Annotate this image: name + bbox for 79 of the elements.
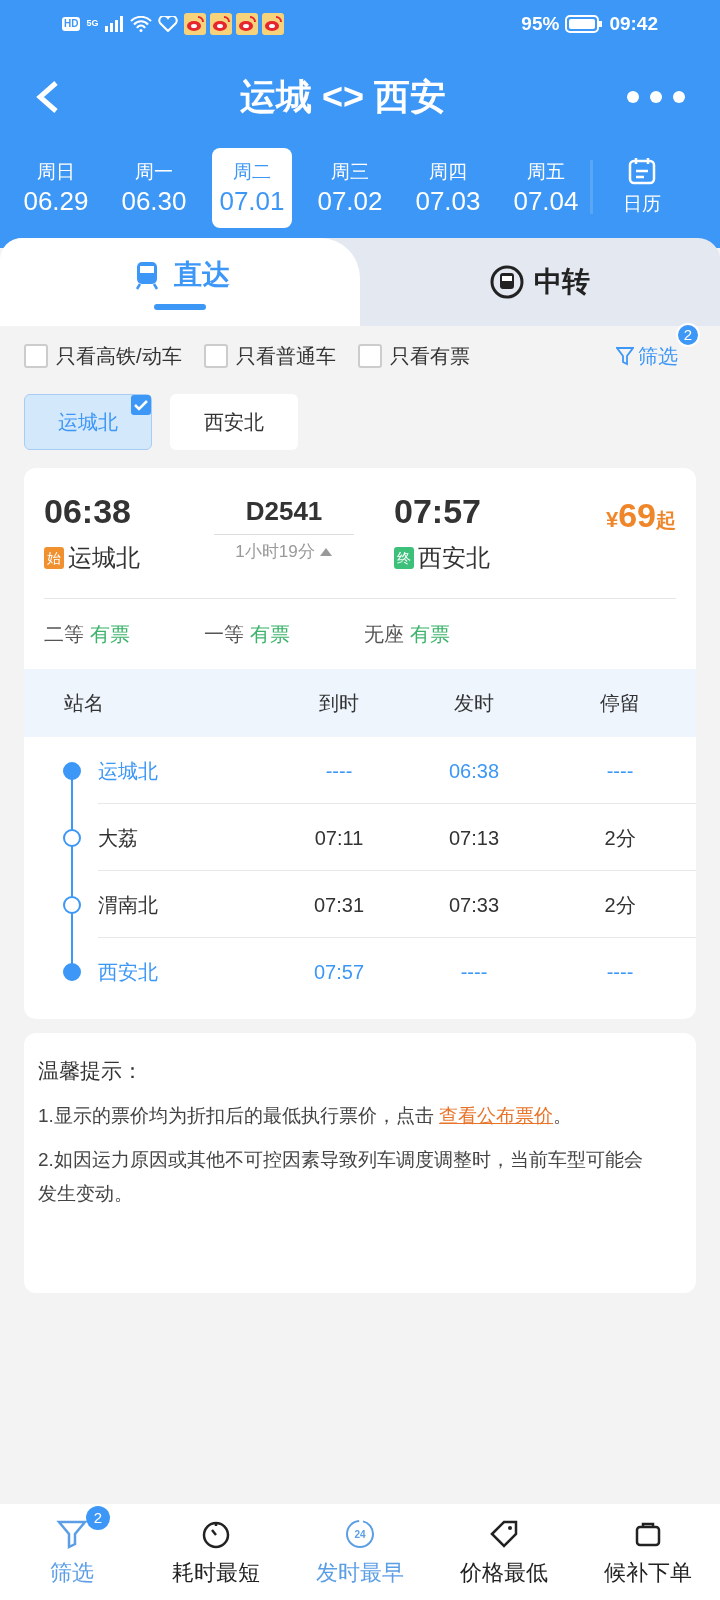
app-notification-icon: [262, 13, 285, 35]
count-badge: 2: [86, 1506, 110, 1530]
train-number: D2541: [214, 490, 354, 535]
stop-duration: ----: [606, 959, 634, 985]
arrive-time: 07:11: [314, 825, 364, 851]
filter-checkbox[interactable]: 只看高铁/动车: [24, 341, 182, 371]
clock-time: 09:42: [609, 11, 658, 36]
sort-tab[interactable]: 价格最低: [432, 1504, 576, 1589]
depart-time: 06:38: [448, 758, 500, 784]
date-tab[interactable]: 周日 06.29: [16, 148, 96, 228]
date-tab[interactable]: 周三 07.02: [310, 148, 390, 228]
arrive-time: ----: [325, 758, 353, 784]
station-name: 西安北: [98, 959, 158, 985]
check-corner-icon: [131, 395, 151, 415]
arrive-time: 07:31: [313, 892, 365, 918]
funnel-icon: [616, 346, 634, 366]
collapse-icon[interactable]: [318, 546, 333, 557]
filter-checkbox[interactable]: 只看有票: [357, 341, 470, 371]
heart-icon: [158, 16, 179, 32]
sort-tab[interactable]: 耗时最短: [144, 1504, 288, 1589]
depart-time: 07:13: [448, 825, 500, 851]
more-icon[interactable]: [626, 90, 686, 104]
calendar-icon: [627, 155, 657, 186]
sort-tab[interactable]: 24 发时最早: [288, 1504, 432, 1589]
app-notification-icon: [236, 13, 259, 35]
stop-duration: 2分: [604, 825, 636, 851]
arrive-time: 07:57: [313, 959, 365, 985]
network-label: 5G: [86, 17, 99, 31]
count-badge: 2: [676, 323, 700, 347]
clock-icon: [344, 1518, 376, 1550]
start-tag: 始: [44, 547, 64, 569]
seat-availability: 无座 有票: [364, 622, 451, 647]
filter-button[interactable]: 筛选: [616, 341, 678, 371]
back-icon[interactable]: [34, 80, 60, 114]
station-name: 大荔: [98, 825, 138, 851]
icon-number: 24: [354, 1527, 366, 1542]
signal-icon: [104, 16, 125, 32]
station-name: 运城北: [98, 758, 158, 784]
duration: 1小时19分: [235, 541, 315, 563]
seat-availability: 二等 有票: [44, 622, 131, 647]
arrive-station: 西安北: [418, 543, 490, 573]
sort-tab[interactable]: 2 筛选: [0, 1504, 144, 1589]
depart-time: ----: [460, 959, 488, 985]
battery-percent: 95%: [521, 11, 560, 36]
date-tab[interactable]: 周四 07.03: [408, 148, 488, 228]
transfer-train-icon: [490, 265, 524, 299]
price-tag-icon: [488, 1518, 520, 1550]
station-chip[interactable]: 运城北: [24, 394, 152, 450]
stop-duration: 2分: [604, 892, 636, 918]
price: ¥69起: [605, 495, 676, 536]
tip-text: 2.如因运力原因或其他不可控因素导致列车调度调整时，当前车型可能会发生变动。: [38, 1147, 644, 1206]
calendar-button[interactable]: 日历: [607, 148, 677, 226]
tips-title: 温馨提示：: [38, 1058, 144, 1084]
filter-checkbox[interactable]: 只看普通车: [203, 341, 336, 371]
hd-icon: HD: [62, 17, 81, 31]
station-name: 渭南北: [98, 892, 158, 918]
tab[interactable]: 直达: [0, 238, 360, 326]
sort-tab[interactable]: 候补下单: [576, 1504, 720, 1589]
station-chip[interactable]: 西安北: [170, 394, 298, 450]
funnel-icon: [56, 1518, 88, 1550]
date-tab[interactable]: 周一 06.30: [114, 148, 194, 228]
depart-station: 运城北: [68, 543, 140, 573]
seat-availability: 一等 有票: [204, 622, 291, 647]
price-link[interactable]: 查看公布票价: [439, 1104, 554, 1126]
date-tab[interactable]: 周二 07.01: [212, 148, 292, 228]
date-tab[interactable]: 周五 07.04: [506, 148, 586, 228]
battery-icon: [565, 14, 604, 34]
depart-time: 06:38: [44, 491, 132, 532]
stop-duration: ----: [606, 758, 634, 784]
arrive-time: 07:57: [394, 491, 482, 532]
end-tag: 终: [394, 547, 414, 569]
route-title: 运城 <> 西安: [239, 75, 447, 119]
tab[interactable]: 中转: [360, 238, 720, 326]
wifi-icon: [130, 16, 153, 32]
depart-time: 07:33: [448, 892, 500, 918]
app-notification-icon: [184, 13, 207, 35]
tip-text: 1.显示的票价均为折扣后的最低执行票价，点击 查看公布票价。: [38, 1103, 574, 1128]
stops-header: 站名 到时 发时 停留: [24, 669, 696, 737]
app-notification-icon: [210, 13, 233, 35]
